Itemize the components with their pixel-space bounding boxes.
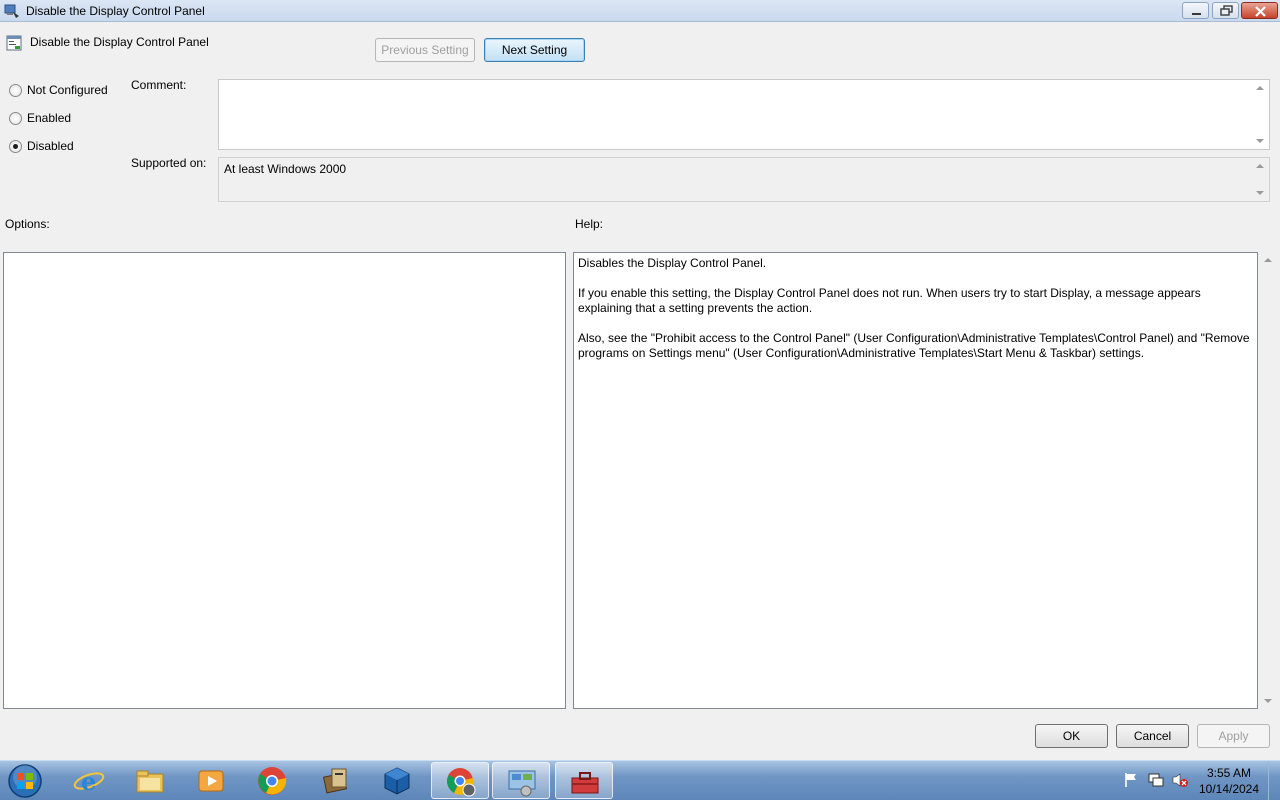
help-paragraph: If you enable this setting, the Display … bbox=[578, 286, 1201, 315]
next-setting-button[interactable]: Next Setting bbox=[484, 38, 585, 62]
action-center-flag-icon[interactable] bbox=[1122, 771, 1140, 789]
taskbar-chrome-profile[interactable] bbox=[431, 762, 489, 799]
supported-on-value: At least Windows 2000 bbox=[224, 162, 347, 176]
media-player-icon bbox=[198, 770, 224, 792]
control-panel-icon bbox=[508, 770, 536, 797]
taskbar-clock[interactable]: 3:55 AM 10/14/2024 bbox=[1196, 765, 1262, 797]
help-panel: Disables the Display Control Panel. If y… bbox=[573, 252, 1258, 709]
scroll-down-icon[interactable] bbox=[1264, 699, 1272, 703]
comment-field[interactable] bbox=[218, 79, 1270, 150]
restore-button[interactable] bbox=[1212, 2, 1239, 19]
toolbox-icon bbox=[571, 772, 599, 794]
disabled-radio[interactable] bbox=[9, 139, 22, 153]
volume-muted-icon[interactable] bbox=[1171, 771, 1189, 789]
group-policy-icon bbox=[4, 4, 19, 18]
title-bar: Disable the Display Control Panel bbox=[0, 0, 1280, 22]
comment-scrollbar[interactable] bbox=[1252, 80, 1269, 149]
not-configured-option[interactable]: Not Configured bbox=[9, 82, 108, 98]
minimize-button[interactable] bbox=[1182, 2, 1209, 19]
scroll-up-icon[interactable] bbox=[1256, 164, 1264, 168]
help-paragraph: Disables the Display Control Panel. bbox=[578, 256, 767, 270]
show-desktop-button[interactable] bbox=[1268, 761, 1280, 800]
taskbar-archive-tool[interactable] bbox=[307, 762, 365, 799]
chrome-profile-icon bbox=[447, 768, 476, 797]
enabled-radio[interactable] bbox=[9, 111, 22, 125]
not-configured-radio[interactable] bbox=[9, 83, 22, 97]
taskbar: e bbox=[0, 760, 1280, 800]
help-scrollbar[interactable] bbox=[1260, 252, 1277, 709]
file-explorer-icon bbox=[136, 770, 164, 793]
taskbar-file-explorer[interactable] bbox=[121, 762, 179, 799]
ok-button[interactable]: OK bbox=[1035, 724, 1108, 748]
policy-name: Disable the Display Control Panel bbox=[30, 35, 209, 49]
network-icon[interactable] bbox=[1147, 771, 1165, 789]
archive-tool-icon bbox=[322, 768, 348, 794]
previous-setting-button[interactable]: Previous Setting bbox=[375, 38, 475, 62]
supported-on-label: Supported on: bbox=[131, 156, 207, 170]
comment-label: Comment: bbox=[131, 78, 187, 92]
help-paragraph: Also, see the "Prohibit access to the Co… bbox=[578, 331, 1250, 360]
help-label: Help: bbox=[575, 217, 604, 231]
window-title: Disable the Display Control Panel bbox=[26, 4, 205, 18]
taskbar-control-panel[interactable] bbox=[492, 762, 550, 799]
enabled-label: Enabled bbox=[27, 111, 72, 125]
disabled-option[interactable]: Disabled bbox=[9, 138, 74, 154]
not-configured-label: Not Configured bbox=[27, 83, 108, 97]
taskbar-internet-explorer[interactable]: e bbox=[60, 762, 118, 799]
scroll-down-icon[interactable] bbox=[1256, 139, 1264, 143]
apply-button[interactable]: Apply bbox=[1197, 724, 1270, 748]
internet-explorer-icon: e bbox=[73, 767, 105, 796]
minimize-icon bbox=[1192, 13, 1201, 15]
policy-setting-icon bbox=[6, 35, 22, 51]
taskbar-chrome[interactable] bbox=[243, 762, 301, 799]
enabled-option[interactable]: Enabled bbox=[9, 110, 71, 126]
supported-scrollbar[interactable] bbox=[1252, 158, 1269, 201]
scroll-up-icon[interactable] bbox=[1256, 86, 1264, 90]
close-button[interactable] bbox=[1241, 2, 1278, 19]
chrome-icon bbox=[258, 767, 287, 795]
virtualbox-icon bbox=[384, 767, 410, 795]
options-panel bbox=[3, 252, 566, 709]
options-label: Options: bbox=[5, 217, 50, 231]
close-icon bbox=[1255, 6, 1266, 17]
restore-icon bbox=[1220, 5, 1233, 16]
disabled-label: Disabled bbox=[27, 139, 74, 153]
clock-time: 3:55 AM bbox=[1206, 766, 1252, 780]
supported-on-field: At least Windows 2000 bbox=[218, 157, 1270, 202]
start-button[interactable] bbox=[6, 763, 44, 799]
taskbar-virtualbox[interactable] bbox=[368, 762, 426, 799]
taskbar-media-player[interactable] bbox=[182, 762, 240, 799]
clock-date: 10/14/2024 bbox=[1198, 782, 1260, 796]
cancel-button[interactable]: Cancel bbox=[1116, 724, 1189, 748]
svg-text:e: e bbox=[81, 767, 96, 796]
scroll-down-icon[interactable] bbox=[1256, 191, 1264, 195]
scroll-up-icon[interactable] bbox=[1264, 258, 1272, 262]
taskbar-toolbox[interactable] bbox=[555, 762, 613, 799]
